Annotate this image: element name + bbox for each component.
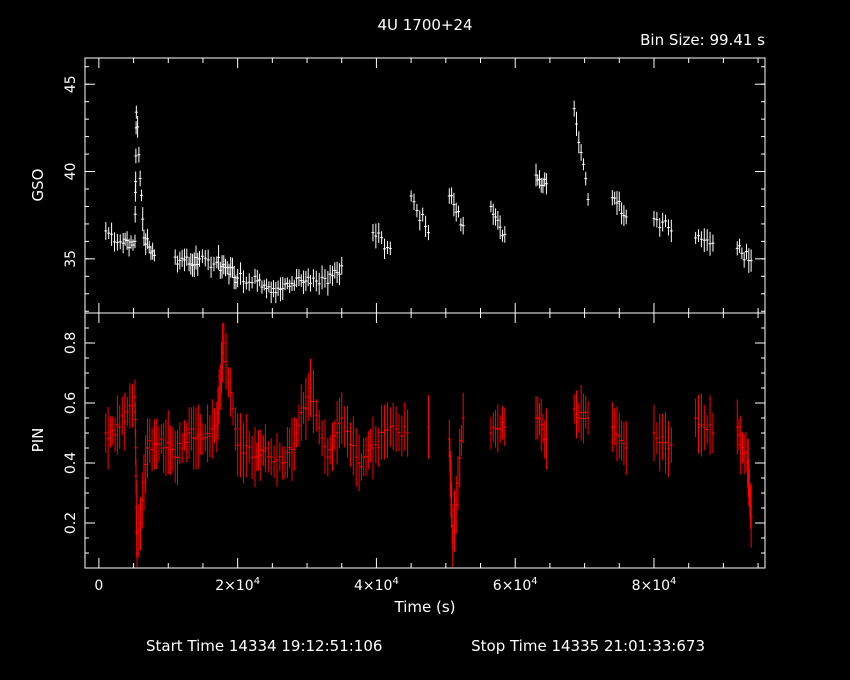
start-time-label: Start Time 14334 19:12:51:106: [146, 637, 382, 655]
gso-y-tick-label: 40: [63, 163, 79, 181]
chart-background: [0, 0, 850, 680]
x-tick-exponent: 4: [531, 576, 537, 587]
x-tick-exponent: 4: [254, 576, 260, 587]
time-xlabel: Time (s): [394, 598, 456, 616]
gso-ylabel: GSO: [29, 169, 47, 202]
x-tick-label: 0: [94, 578, 103, 594]
stop-time-label: Stop Time 14335 21:01:33:673: [471, 637, 705, 655]
x-tick-label: 4×104: [354, 576, 399, 594]
pin-y-tick-label: 0.2: [63, 512, 79, 534]
x-tick-label: 2×104: [215, 576, 260, 594]
x-tick-label: 6×104: [493, 576, 538, 594]
gso-y-tick-label: 35: [63, 250, 79, 268]
bin-size-label: Bin Size: 99.41 s: [640, 31, 765, 49]
chart-title: 4U 1700+24: [377, 16, 472, 34]
pin-y-tick-label: 0.6: [63, 392, 79, 414]
x-tick-exponent: 4: [670, 576, 676, 587]
x-tick-exponent: 4: [392, 576, 398, 587]
light-curve-chart: 4U 1700+24 Bin Size: 99.41 s 354045 GSO …: [0, 0, 850, 680]
x-tick-label: 8×104: [632, 576, 677, 594]
pin-y-tick-label: 0.8: [63, 332, 79, 354]
pin-ylabel: PIN: [29, 428, 47, 453]
gso-y-tick-label: 45: [63, 75, 79, 93]
pin-y-tick-label: 0.4: [63, 452, 79, 474]
